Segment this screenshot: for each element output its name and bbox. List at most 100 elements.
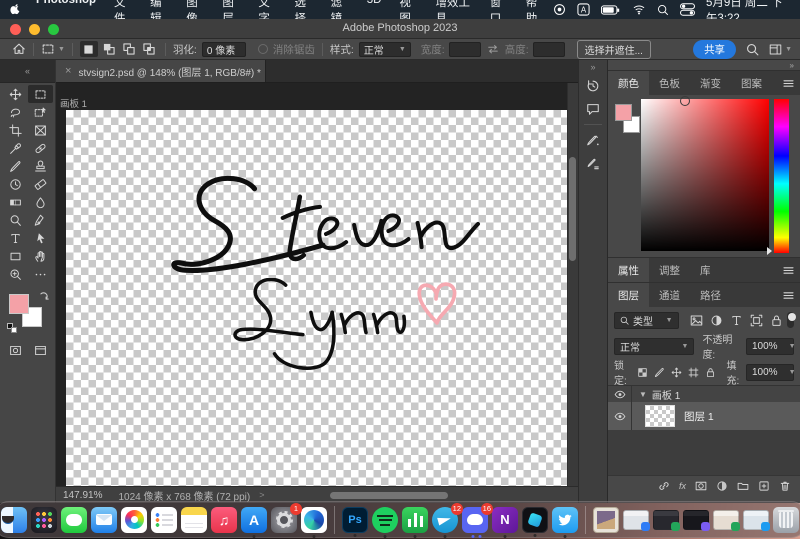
trash-dock-icon[interactable] [773, 507, 799, 533]
color-panel-foreground-swatch[interactable] [615, 104, 632, 121]
minimized-window-3[interactable] [683, 510, 709, 530]
panel-collapse-button[interactable]: » [790, 61, 794, 70]
reminders-dock-icon[interactable] [151, 507, 177, 533]
add-layer-mask-icon[interactable] [695, 480, 707, 492]
type-tool[interactable] [3, 229, 28, 247]
properties-tab-2[interactable]: 库 [690, 258, 721, 282]
crop-tool[interactable] [3, 121, 28, 139]
clone-stamp-tool[interactable] [28, 157, 53, 175]
swap-width-height-icon[interactable] [487, 43, 499, 55]
history-brush-tool[interactable] [3, 175, 28, 193]
apple-icon[interactable] [10, 3, 21, 16]
canvas-pasteboard[interactable]: 画板 1 [56, 83, 578, 486]
home-icon[interactable] [12, 42, 26, 56]
layer-thumbnail[interactable] [645, 405, 675, 427]
lock-artboard-icon[interactable] [688, 367, 699, 378]
artboard-label[interactable]: 画板 1 [60, 96, 87, 110]
width-input[interactable] [449, 42, 481, 57]
brushes-panel-icon[interactable] [582, 152, 604, 174]
horizontal-scrollbar-thumb[interactable] [330, 492, 448, 499]
artboard-canvas[interactable] [66, 110, 567, 486]
artboard-expand-chevron[interactable]: ▼ [639, 390, 647, 399]
layer-name[interactable]: 图层 1 [684, 409, 714, 424]
layers-tab-0[interactable]: 图层 [608, 283, 649, 307]
object-selection-tool[interactable] [28, 103, 53, 121]
edge-dock-icon[interactable] [301, 507, 327, 533]
blur-tool[interactable] [28, 193, 53, 211]
minimized-window-1[interactable] [623, 510, 649, 530]
select-and-mask-button[interactable]: 选择并遮住... [577, 40, 651, 59]
layers-tab-2[interactable]: 路径 [690, 283, 731, 307]
vertical-scrollbar[interactable] [567, 83, 578, 486]
color-tab-3[interactable]: 图案 [731, 71, 772, 95]
panel-menu-icon[interactable] [783, 79, 794, 88]
delete-layer-icon[interactable] [779, 480, 791, 492]
subtract-from-selection-mode-button[interactable] [120, 41, 138, 57]
lock-position-icon[interactable] [671, 367, 682, 378]
input-source-icon[interactable]: A [577, 3, 590, 16]
opacity-select[interactable]: 100%▼ [746, 338, 794, 355]
close-window-button[interactable] [10, 24, 21, 35]
foreground-color-swatch[interactable] [9, 294, 29, 314]
color-tab-0[interactable]: 颜色 [608, 71, 649, 95]
default-colors-icon[interactable] [7, 323, 17, 333]
eraser-tool[interactable] [28, 175, 53, 193]
notes-dock-icon[interactable] [181, 507, 207, 533]
properties-tab-1[interactable]: 调整 [649, 258, 690, 282]
frame-tool[interactable] [28, 121, 53, 139]
properties-tab-0[interactable]: 属性 [608, 258, 649, 282]
fill-select[interactable]: 100%▼ [746, 364, 794, 381]
stack-dock-icon[interactable] [593, 507, 619, 533]
artboard-name[interactable]: 画板 1 [652, 387, 680, 402]
photoshop-dock-icon[interactable] [342, 507, 368, 533]
visibility-eye-icon[interactable] [608, 402, 632, 430]
layer-filter-type-select[interactable]: 类型▼ [614, 312, 679, 329]
panel-menu-icon[interactable] [783, 266, 794, 275]
strip-expand-button[interactable]: » [579, 60, 607, 74]
filter-pixel-layers-icon[interactable] [690, 314, 703, 327]
color-picker-cursor[interactable] [680, 96, 690, 106]
status-chevron-icon[interactable]: > [259, 490, 264, 500]
messages-dock-icon[interactable] [61, 507, 87, 533]
hand-tool[interactable] [28, 247, 53, 265]
launchpad-dock-icon[interactable] [31, 507, 57, 533]
workspace-switcher[interactable]: ▼ [769, 43, 792, 56]
mail-dock-icon[interactable] [91, 507, 117, 533]
wifi-icon[interactable] [632, 4, 646, 15]
discord-dock-icon[interactable]: 16 [462, 507, 488, 533]
minimized-window-4[interactable] [713, 510, 739, 530]
battery-icon[interactable] [601, 5, 621, 15]
finder-dock-icon[interactable] [1, 507, 27, 533]
quick-mask-button[interactable] [3, 341, 28, 359]
panel-menu-icon[interactable] [783, 291, 794, 300]
greenapp-dock-icon[interactable] [402, 507, 428, 533]
document-tab[interactable]: × stvsign2.psd @ 148% (图层 1, RGB/8#) * [56, 60, 266, 82]
saturation-brightness-field[interactable] [641, 99, 769, 251]
brush-tool[interactable] [3, 157, 28, 175]
feather-input[interactable]: 0 像素 [202, 42, 246, 57]
settings-dock-icon[interactable]: 1 [271, 507, 297, 533]
zoom-level-field[interactable]: 147.91% [63, 490, 102, 501]
search-icon[interactable] [746, 43, 759, 56]
swap-colors-icon[interactable] [38, 291, 49, 302]
intersect-selection-mode-button[interactable] [140, 41, 158, 57]
onenote-dock-icon[interactable] [492, 507, 518, 533]
tab-close-icon[interactable]: × [65, 65, 71, 77]
marquee-tool[interactable] [28, 85, 53, 103]
toolbar-collapse-button[interactable]: « [0, 60, 55, 83]
zoom-window-button[interactable] [48, 24, 59, 35]
filter-smart-objects-icon[interactable] [770, 314, 783, 327]
layer-row-artboard[interactable]: ▼ 画板 1 [608, 386, 800, 402]
new-group-icon[interactable] [737, 480, 749, 492]
share-button[interactable]: 共享 [693, 40, 736, 59]
blend-mode-select[interactable]: 正常▼ [614, 338, 694, 355]
layers-tab-1[interactable]: 通道 [649, 283, 690, 307]
style-select[interactable]: 正常▼ [359, 42, 411, 57]
control-center-icon[interactable] [680, 3, 695, 16]
color-tab-1[interactable]: 色板 [649, 71, 690, 95]
layer-effects-icon[interactable]: fx [679, 481, 686, 491]
filter-shape-layers-icon[interactable] [750, 314, 763, 327]
adjustment-layer-icon[interactable] [716, 480, 728, 492]
pen-tool[interactable] [28, 211, 53, 229]
darkapp-dock-icon[interactable] [522, 507, 548, 533]
